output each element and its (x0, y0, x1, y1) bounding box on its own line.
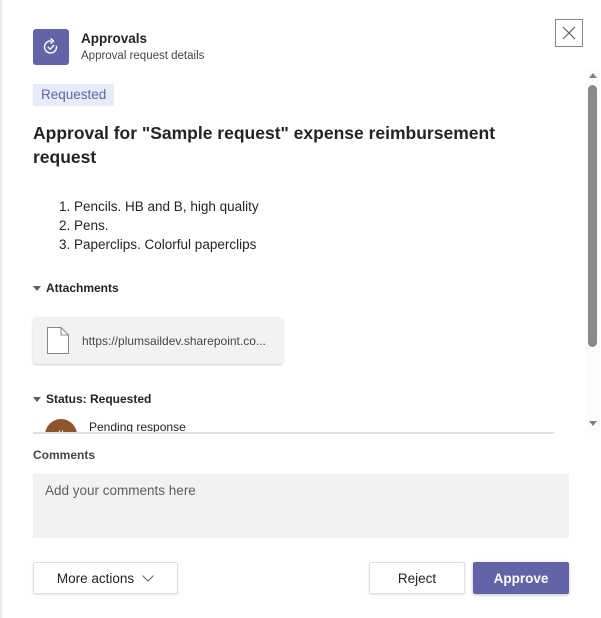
approver-response: Pending response (89, 420, 186, 432)
scroll-area-divider (33, 432, 554, 434)
more-actions-button[interactable]: More actions (33, 562, 178, 594)
approver-row: II Pending response (45, 419, 186, 432)
comments-input[interactable] (33, 474, 569, 538)
approve-button[interactable]: Approve (473, 562, 569, 594)
avatar: II (45, 419, 77, 432)
reject-button[interactable]: Reject (369, 562, 465, 594)
scrollbar[interactable] (586, 68, 600, 433)
comments-label: Comments (33, 448, 96, 462)
scrollbar-thumb[interactable] (588, 85, 597, 347)
scroll-up-arrow-icon[interactable] (589, 73, 597, 78)
more-actions-label: More actions (56, 570, 135, 586)
scroll-down-arrow-icon[interactable] (589, 421, 597, 426)
chevron-down-icon (142, 574, 154, 582)
approver-clip: II Pending response (0, 0, 601, 432)
